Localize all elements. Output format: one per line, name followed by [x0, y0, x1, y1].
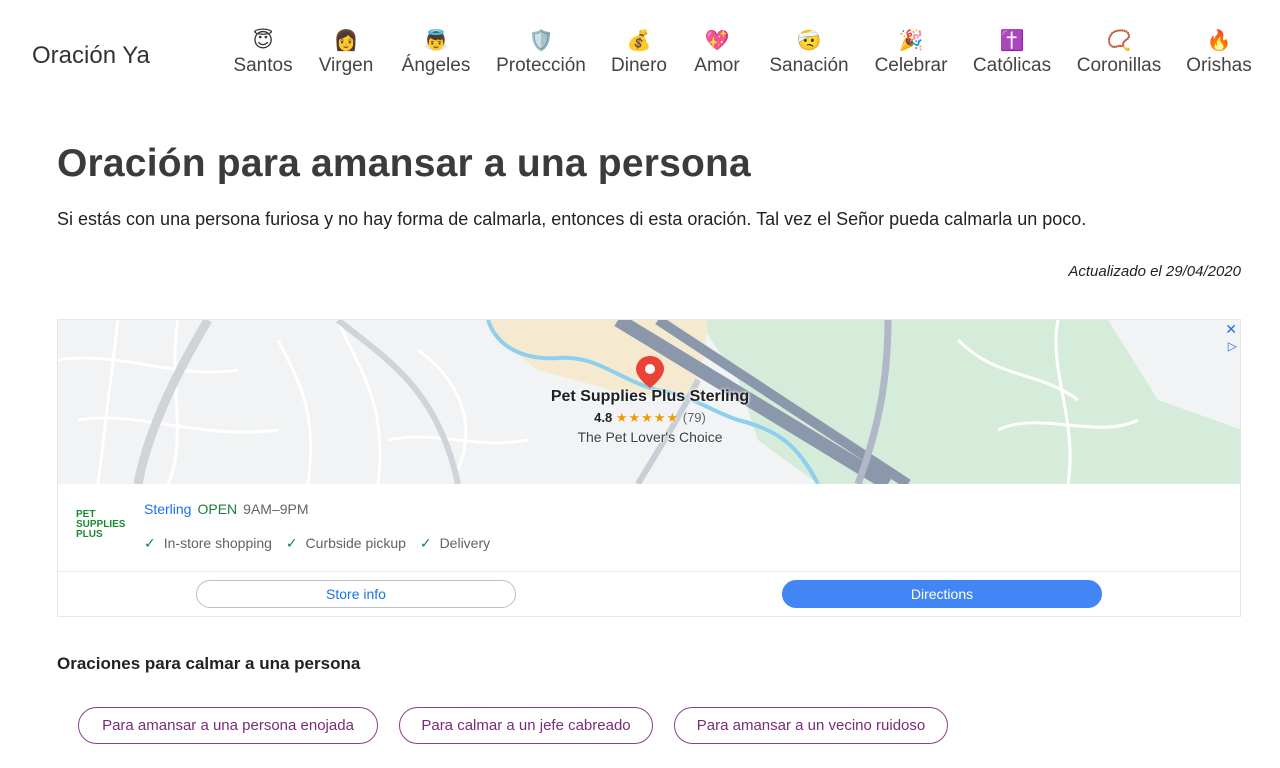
nav-item-angeles[interactable]: 👼 Ángeles	[398, 26, 474, 78]
adchoices-icon[interactable]: ▷	[1228, 339, 1237, 353]
related-prayer-chip[interactable]: Para amansar a un vecino ruidoso	[674, 707, 948, 744]
check-icon: ✓	[419, 535, 432, 551]
feature-label: In-store shopping	[163, 535, 272, 551]
nav-item-coronillas[interactable]: 📿 Coronillas	[1073, 26, 1165, 78]
nav-item-virgen[interactable]: 👩 Virgen	[315, 26, 377, 78]
latin-cross-icon: ✝️	[999, 28, 1025, 52]
store-location-row: Sterling OPEN 9AM–9PM	[144, 501, 309, 517]
feature-label: Curbside pickup	[305, 535, 406, 551]
logo-line: PLUS	[76, 529, 103, 540]
store-tagline: The Pet Lover's Choice	[577, 429, 723, 445]
nav-item-proteccion[interactable]: 🛡️ Protección	[492, 26, 590, 78]
store-info-button[interactable]: Store info	[196, 580, 516, 608]
site-header: Oración Ya 😇 Santos 👩 Virgen 👼 Ángeles 🛡…	[0, 0, 1280, 110]
related-prayer-chip[interactable]: Para calmar a un jefe cabreado	[399, 707, 653, 744]
nav-label: Protección	[496, 55, 586, 76]
bandaged-face-icon: 🤕	[796, 28, 822, 52]
prayer-beads-icon: 📿	[1106, 28, 1132, 52]
nav-item-catolicas[interactable]: ✝️ Católicas	[969, 26, 1055, 78]
updated-date: Actualizado el 29/04/2020	[1068, 263, 1241, 280]
nav-label: Ángeles	[401, 55, 471, 76]
open-status: OPEN	[197, 501, 238, 517]
nav-label: Católicas	[972, 55, 1052, 76]
nav-label: Sanación	[769, 55, 849, 76]
nav-item-celebrar[interactable]: 🎉 Celebrar	[871, 26, 951, 78]
store-hours: 9AM–9PM	[243, 501, 309, 517]
check-icon: ✓	[144, 535, 156, 551]
nav-label: Dinero	[611, 55, 667, 76]
store-features: ✓ In-store shopping ✓ Curbside pickup ✓ Del…	[144, 535, 500, 552]
review-count: (79)	[682, 410, 706, 425]
nav-label: Coronillas	[1076, 55, 1162, 76]
rating-value: 4.8	[594, 410, 613, 425]
store-name[interactable]: Pet Supplies Plus Sterling	[550, 388, 750, 406]
related-prayer-chip[interactable]: Para amansar a una persona enojada	[78, 707, 378, 744]
fire-icon: 🔥	[1206, 28, 1232, 52]
store-city[interactable]: Sterling	[144, 501, 191, 517]
halo-face-icon: 😇	[252, 28, 274, 52]
nav-item-dinero[interactable]: 💰 Dinero	[608, 26, 670, 78]
feature-label: Delivery	[439, 535, 491, 551]
nav-label: Celebrar	[874, 55, 948, 76]
related-prayers-heading: Oraciones para calmar a una persona	[57, 654, 361, 673]
store-info-panel: PET SUPPLIES PLUS Sterling OPEN 9AM–9PM ✓ I…	[58, 484, 1240, 572]
nav-label: Virgen	[318, 55, 374, 76]
directions-button[interactable]: Directions	[782, 580, 1102, 608]
nav-label: Amor	[694, 55, 740, 76]
map-advertisement[interactable]: Pet Supplies Plus Sterling 4.8 ★★★★★ (79…	[57, 319, 1241, 617]
nav-label: Santos	[233, 55, 293, 76]
store-logo[interactable]: PET SUPPLIES PLUS	[76, 510, 128, 540]
page-intro: Si estás con una persona furiosa y no ha…	[57, 209, 1087, 229]
nav-item-santos[interactable]: 😇 Santos	[231, 26, 295, 78]
page-title: Oración para amansar a una persona	[57, 142, 751, 185]
nav-item-amor[interactable]: 💖 Amor	[690, 26, 744, 78]
store-rating: 4.8 ★★★★★ (79)	[550, 410, 750, 426]
category-nav: 😇 Santos 👩 Virgen 👼 Ángeles 🛡️ Protecció…	[0, 26, 1280, 86]
star-rating-icon: ★★★★★	[615, 410, 680, 425]
nav-item-orishas[interactable]: 🔥 Orishas	[1183, 26, 1255, 78]
check-icon: ✓	[285, 535, 298, 551]
party-popper-icon: 🎉	[898, 28, 924, 52]
close-icon[interactable]: ✕	[1225, 322, 1237, 336]
shield-icon: 🛡️	[528, 28, 554, 52]
woman-icon: 👩	[333, 28, 359, 52]
baby-angel-icon: 👼	[423, 28, 449, 52]
sparkling-heart-icon: 💖	[704, 28, 730, 52]
nav-label: Orishas	[1186, 55, 1252, 76]
money-bag-icon: 💰	[626, 28, 652, 52]
nav-item-sanacion[interactable]: 🤕 Sanación	[766, 26, 852, 78]
